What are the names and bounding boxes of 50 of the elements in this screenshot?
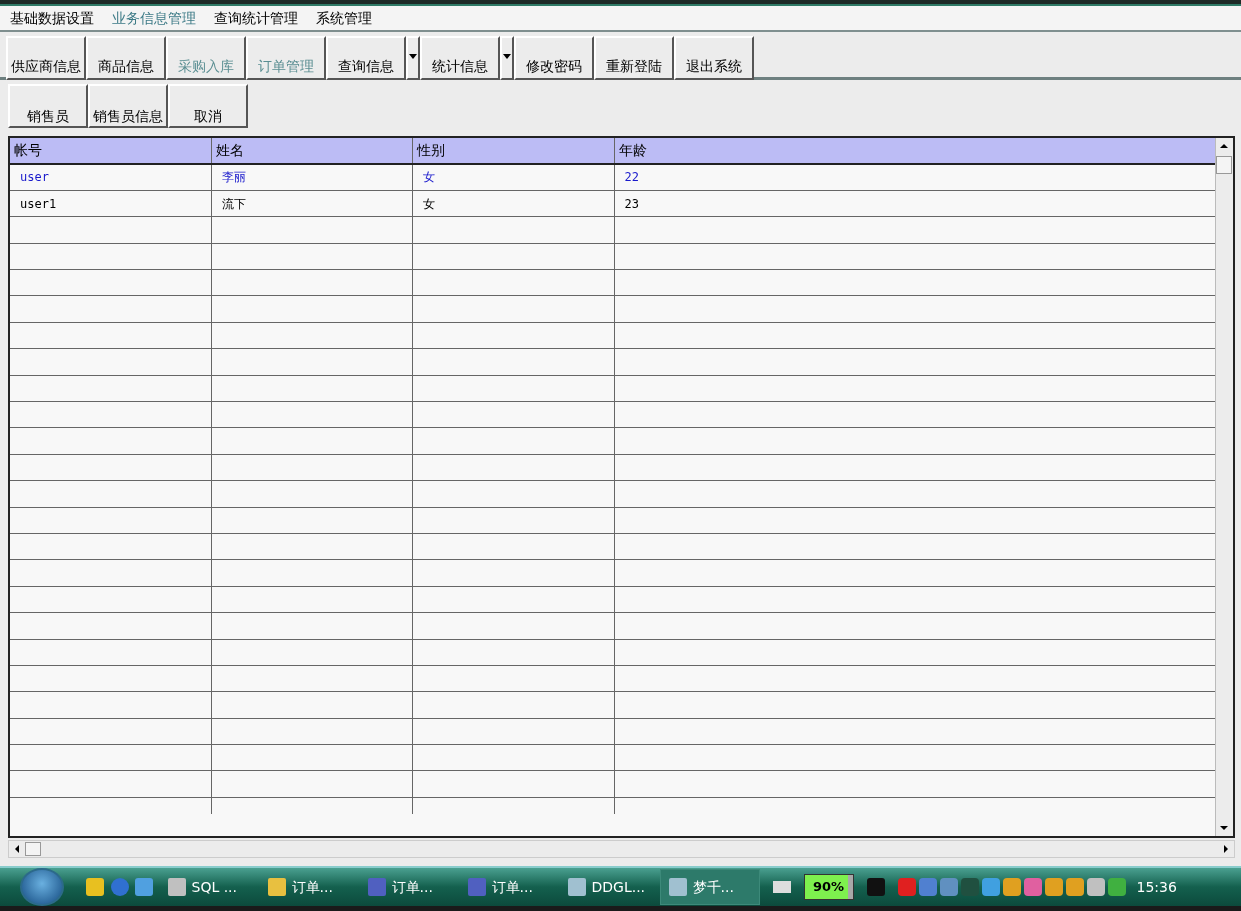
dropdown-button[interactable] (406, 36, 420, 80)
table-cell: user (10, 164, 211, 191)
menu-item[interactable]: 基础数据设置 (8, 7, 96, 29)
table-cell: 女 (412, 164, 614, 191)
toolbar-button[interactable]: 销售员信息 (88, 84, 168, 128)
toolbar-button[interactable]: 重新登陆 (594, 36, 674, 80)
tray-icon[interactable] (1086, 878, 1105, 896)
taskbar-item[interactable]: 梦千... (659, 869, 760, 905)
toolbar-button[interactable]: 退出系统 (674, 36, 754, 80)
horizontal-scrollbar[interactable] (8, 840, 1235, 858)
toolbar-button[interactable]: 统计信息 (420, 36, 500, 80)
scroll-thumb[interactable] (1216, 156, 1233, 174)
column-header[interactable]: 姓名 (211, 138, 412, 164)
start-button[interactable] (20, 868, 64, 906)
toolbar-button[interactable]: 修改密码 (514, 36, 594, 80)
taskbar-item[interactable]: DDGL... (559, 869, 660, 905)
taskbar-item[interactable]: 订单... (259, 869, 360, 905)
table-row[interactable]: user1 流下 女 23 (10, 190, 1216, 217)
toolbar-button[interactable]: 供应商信息 (6, 36, 86, 80)
toolbar-button[interactable]: 查询信息 (326, 36, 406, 80)
toolbar-button[interactable]: 商品信息 (86, 36, 166, 80)
column-header[interactable]: 年龄 (614, 138, 1216, 164)
tray-icon[interactable] (918, 878, 937, 896)
tray-icon[interactable] (1023, 878, 1042, 896)
scroll-thumb[interactable] (25, 842, 41, 856)
dropdown-button[interactable] (500, 36, 514, 80)
menu-item[interactable]: 查询统计管理 (212, 7, 300, 29)
toolbar-button[interactable]: 销售员 (8, 84, 88, 128)
menu-item[interactable]: 系统管理 (314, 7, 374, 29)
tray-icon[interactable] (1044, 878, 1063, 896)
table-cell: 女 (412, 190, 614, 217)
taskbar-item[interactable]: SQL ... (159, 869, 260, 905)
table-cell: 流下 (211, 190, 412, 217)
vertical-scrollbar[interactable] (1215, 138, 1233, 836)
tray-icon[interactable] (1002, 878, 1021, 896)
tray-icon[interactable] (981, 878, 1000, 896)
clock: 15:36 (1136, 877, 1177, 897)
column-header[interactable]: 帐号 (10, 138, 211, 164)
tray-icon[interactable] (1065, 878, 1084, 896)
taskbar-item[interactable]: 订单... (359, 869, 460, 905)
taskbar-item[interactable]: 订单... (459, 869, 560, 905)
table-cell: 李丽 (211, 164, 412, 191)
table-row[interactable]: user 李丽 女 22 (10, 164, 1216, 191)
battery-reading: 90% (812, 878, 845, 897)
table-cell: user1 (10, 190, 211, 217)
tray-icon[interactable] (1107, 878, 1126, 896)
tray-icon[interactable] (939, 878, 958, 896)
toolbar-button[interactable]: 取消 (168, 84, 248, 128)
menu-item[interactable]: 业务信息管理 (110, 7, 198, 29)
column-header[interactable]: 性别 (412, 138, 614, 164)
